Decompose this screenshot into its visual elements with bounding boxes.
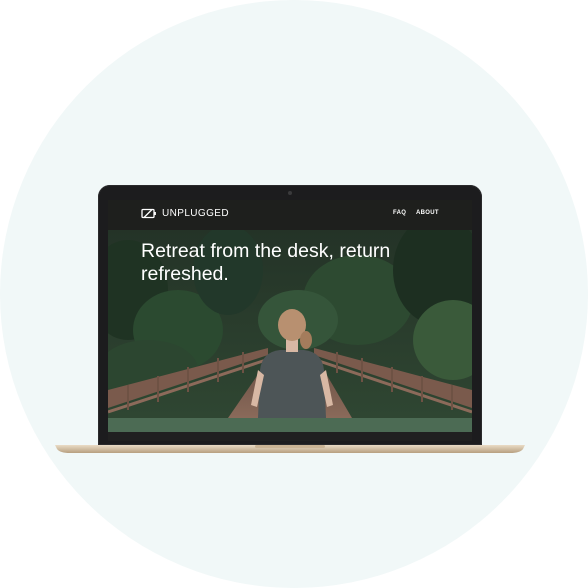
laptop-base	[55, 445, 525, 453]
nav-link-faq[interactable]: FAQ	[393, 210, 406, 216]
nav-link-about[interactable]: ABOUT	[416, 210, 439, 216]
content-band	[108, 418, 472, 432]
hero-section: Retreat from the desk, return refreshed.	[108, 230, 472, 418]
camera-dot	[288, 191, 292, 195]
brand-name[interactable]: UNPLUGGED	[162, 208, 229, 219]
laptop-lid: UNPLUGGED FAQ ABOUT Retreat from the des…	[98, 185, 482, 445]
site-navbar: UNPLUGGED FAQ ABOUT	[108, 200, 472, 230]
laptop-screen: UNPLUGGED FAQ ABOUT Retreat from the des…	[108, 200, 472, 441]
battery-slash-icon[interactable]	[141, 208, 157, 219]
hero-headline: Retreat from the desk, return refreshed.	[141, 240, 391, 285]
